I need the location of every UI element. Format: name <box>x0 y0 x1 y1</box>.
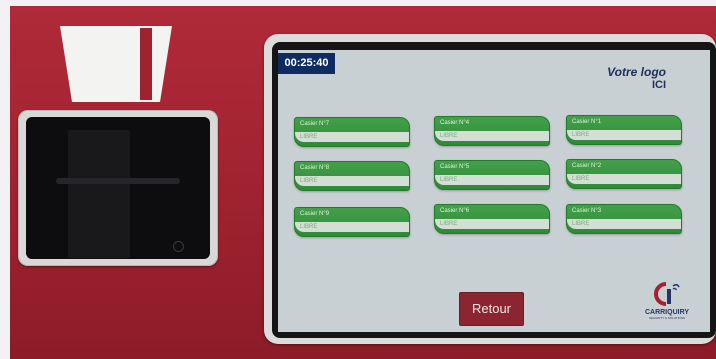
locker-status: LIBRE <box>567 219 681 229</box>
back-button[interactable]: Retour <box>459 292 524 326</box>
locker-button-9[interactable]: Casier N°9 LIBRE <box>294 207 410 237</box>
locker-name: Casier N°3 <box>572 208 602 214</box>
locker-status: LIBRE <box>295 132 409 142</box>
card-slot-lip <box>56 178 180 184</box>
brand-tagline: SECURITY & SOLUTIONS <box>648 316 686 320</box>
locker-name: Casier N°7 <box>300 121 330 127</box>
brand-name: CARRIQUIRY <box>644 309 690 316</box>
locker-name: Casier N°6 <box>440 208 470 214</box>
logo-placeholder: Votre logo ICI <box>607 66 666 91</box>
locker-name: Casier N°5 <box>440 164 470 170</box>
locker-button-7[interactable]: Casier N°7 LIBRE <box>294 117 410 147</box>
locker-status: LIBRE <box>567 130 681 140</box>
locker-status: LIBRE <box>295 176 409 186</box>
locker-button-4[interactable]: Casier N°4 LIBRE <box>434 116 550 146</box>
locker-name: Casier N°2 <box>572 163 602 169</box>
logo-line-1: Votre logo <box>607 65 666 79</box>
locker-name: Casier N°8 <box>300 165 330 171</box>
locker-button-1[interactable]: Casier N°1 LIBRE <box>566 115 682 145</box>
locker-status: LIBRE <box>567 174 681 184</box>
card-reader-led <box>173 241 184 252</box>
locker-status: LIBRE <box>435 131 549 141</box>
locker-button-3[interactable]: Casier N°3 LIBRE <box>566 204 682 234</box>
locker-name: Casier N°4 <box>440 120 470 126</box>
brand-logo: CARRIQUIRY SECURITY & SOLUTIONS <box>636 280 698 330</box>
locker-button-5[interactable]: Casier N°5 LIBRE <box>434 160 550 190</box>
card-insert-icon <box>60 26 172 102</box>
carriquiry-logo-icon <box>654 282 680 306</box>
logo-line-2: ICI <box>651 79 666 91</box>
locker-status: LIBRE <box>295 222 409 232</box>
locker-name: Casier N°9 <box>300 211 330 217</box>
session-timer: 00:25:40 <box>278 53 335 74</box>
locker-button-6[interactable]: Casier N°6 LIBRE <box>434 204 550 234</box>
kiosk-photo: 00:25:40 Votre logo ICI Casier N°7 LIBRE… <box>0 0 716 359</box>
locker-status: LIBRE <box>435 175 549 185</box>
locker-name: Casier N°1 <box>572 119 602 125</box>
locker-button-8[interactable]: Casier N°8 LIBRE <box>294 161 410 191</box>
locker-status: LIBRE <box>435 219 549 229</box>
locker-button-2[interactable]: Casier N°2 LIBRE <box>566 159 682 189</box>
card-reader-slot[interactable] <box>68 130 130 258</box>
